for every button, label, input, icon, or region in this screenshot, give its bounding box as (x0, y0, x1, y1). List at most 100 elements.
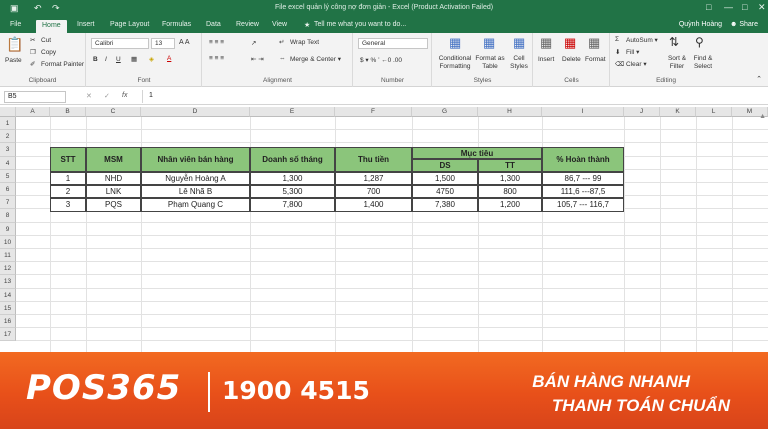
fill-color-icon[interactable]: ◈ (149, 55, 154, 63)
table-cell[interactable]: Nguyễn Hoàng A (141, 172, 250, 186)
header-employee[interactable]: Nhân viên bán hàng (141, 147, 250, 172)
align-top-icon[interactable]: ≡ ≡ ≡ (209, 39, 224, 46)
formula-input[interactable]: 1 (142, 90, 764, 103)
column-header[interactable]: E (250, 107, 335, 117)
header-target-tt[interactable]: TT (478, 159, 542, 172)
delete-cells-button[interactable]: Delete (562, 56, 581, 63)
row-header[interactable]: 12 (0, 262, 16, 276)
paste-button[interactable]: Paste (5, 57, 22, 64)
tab-page-layout[interactable]: Page Layout (110, 21, 149, 28)
column-header[interactable]: K (660, 107, 696, 117)
column-header[interactable]: A (16, 107, 50, 117)
orientation-icon[interactable]: ↗ (251, 39, 256, 47)
table-cell[interactable]: 3 (50, 198, 86, 212)
row-header[interactable]: 17 (0, 328, 16, 342)
tab-home[interactable]: Home (36, 20, 67, 33)
table-cell[interactable]: 1,500 (412, 172, 478, 186)
autosum-button[interactable]: Σ AutoSum ▾ (615, 36, 658, 45)
restore-icon[interactable]: □ (742, 2, 747, 12)
row-header[interactable]: 16 (0, 315, 16, 329)
table-cell[interactable]: Phạm Quang C (141, 198, 250, 212)
table-cell[interactable]: PQS (86, 198, 141, 212)
row-header[interactable]: 5 (0, 169, 16, 183)
align-left-icon[interactable]: ≡ ≡ ≡ (209, 55, 224, 62)
header-msm[interactable]: MSM (86, 147, 141, 172)
table-cell[interactable]: 1,400 (335, 198, 412, 212)
tell-me-input[interactable]: Tell me what you want to do... (314, 21, 406, 28)
tab-formulas[interactable]: Formulas (162, 21, 191, 28)
column-header[interactable]: G (412, 107, 478, 117)
row-header[interactable]: 10 (0, 235, 16, 249)
tab-insert[interactable]: Insert (77, 21, 95, 28)
conditional-formatting-button[interactable]: Conditional Formatting (436, 55, 474, 71)
column-header[interactable]: F (335, 107, 412, 117)
row-header[interactable]: 8 (0, 209, 16, 223)
italic-button[interactable]: I (105, 56, 107, 63)
format-painter-button[interactable]: ✐ Format Painter (30, 60, 84, 69)
row-header[interactable]: 15 (0, 301, 16, 315)
currency-icon[interactable]: $ ▾ % ’ ←0 .00 (360, 56, 402, 64)
select-all-corner[interactable] (0, 107, 16, 117)
collapse-ribbon-icon[interactable]: ⌃ (756, 75, 762, 83)
underline-button[interactable]: U (116, 56, 121, 63)
row-header[interactable]: 7 (0, 196, 16, 210)
clear-button[interactable]: ⌫ Clear ▾ (615, 60, 647, 69)
font-name-select[interactable]: Calibri (91, 38, 149, 49)
table-cell[interactable]: LNK (86, 185, 141, 199)
row-header[interactable]: 6 (0, 183, 16, 197)
row-header[interactable]: 3 (0, 143, 16, 157)
row-header[interactable]: 13 (0, 275, 16, 289)
column-header[interactable]: J (624, 107, 660, 117)
enter-icon[interactable]: ✓ (104, 92, 110, 100)
number-format-select[interactable]: General (358, 38, 428, 49)
column-header[interactable]: B (50, 107, 86, 117)
header-stt[interactable]: STT (50, 147, 86, 172)
fx-icon[interactable]: fx (122, 92, 127, 99)
table-cell[interactable]: 1,300 (478, 172, 542, 186)
grow-shrink-font-icon[interactable]: A A (179, 39, 190, 46)
table-cell[interactable]: 2 (50, 185, 86, 199)
font-size-select[interactable]: 13 (151, 38, 175, 49)
copy-button[interactable]: ❐ Copy (30, 48, 56, 57)
insert-cells-button[interactable]: Insert (538, 56, 554, 63)
cancel-icon[interactable]: ✕ (86, 92, 92, 100)
share-button[interactable]: ☻ Share (730, 21, 758, 28)
table-cell[interactable]: 111,6 ---87,5 (542, 185, 624, 199)
row-header[interactable]: 9 (0, 222, 16, 236)
wrap-text-button[interactable]: ↵ Wrap Text (279, 38, 319, 47)
header-target-ds[interactable]: DS (412, 159, 478, 172)
close-icon[interactable]: ✕ (758, 2, 766, 13)
header-target[interactable]: Mục tiêu (412, 147, 542, 159)
table-cell[interactable]: 7,800 (250, 198, 335, 212)
table-cell[interactable]: 1,200 (478, 198, 542, 212)
scroll-up-icon[interactable]: ▲ (759, 113, 766, 120)
row-header[interactable]: 1 (0, 117, 16, 131)
find-select-button[interactable]: Find & Select (689, 55, 717, 71)
row-header[interactable]: 4 (0, 156, 16, 170)
header-completion[interactable]: % Hoàn thành (542, 147, 624, 172)
table-cell[interactable]: 1 (50, 172, 86, 186)
table-cell[interactable]: 4750 (412, 185, 478, 199)
column-header[interactable]: D (141, 107, 250, 117)
user-name[interactable]: Quỳnh Hoàng ☻ Share (679, 21, 758, 28)
merge-center-button[interactable]: ⇔ Merge & Center ▾ (279, 55, 341, 64)
borders-icon[interactable]: ▦ (131, 55, 137, 63)
cut-button[interactable]: ✂ Cut (30, 36, 51, 45)
tab-view[interactable]: View (272, 21, 287, 28)
table-cell[interactable]: NHD (86, 172, 141, 186)
minimize-icon[interactable]: — (724, 2, 733, 12)
bold-button[interactable]: B (93, 56, 98, 63)
table-cell[interactable]: 800 (478, 185, 542, 199)
tab-data[interactable]: Data (206, 21, 221, 28)
table-cell[interactable]: 700 (335, 185, 412, 199)
column-header[interactable]: I (542, 107, 624, 117)
table-cell[interactable]: 5,300 (250, 185, 335, 199)
table-cell[interactable]: 105,7 --- 116,7 (542, 198, 624, 212)
format-cells-button[interactable]: Format (585, 56, 606, 63)
header-monthly-sales[interactable]: Doanh số tháng (250, 147, 335, 172)
spreadsheet-grid[interactable]: A B C D E F G H I J K L M 1 2 3 4 5 6 7 8 9 10 11 1… (0, 107, 768, 352)
header-collected[interactable]: Thu tiền (335, 147, 412, 172)
table-cell[interactable]: 7,380 (412, 198, 478, 212)
table-cell[interactable]: 86,7 --- 99 (542, 172, 624, 186)
sort-filter-button[interactable]: Sort & Filter (665, 55, 689, 71)
